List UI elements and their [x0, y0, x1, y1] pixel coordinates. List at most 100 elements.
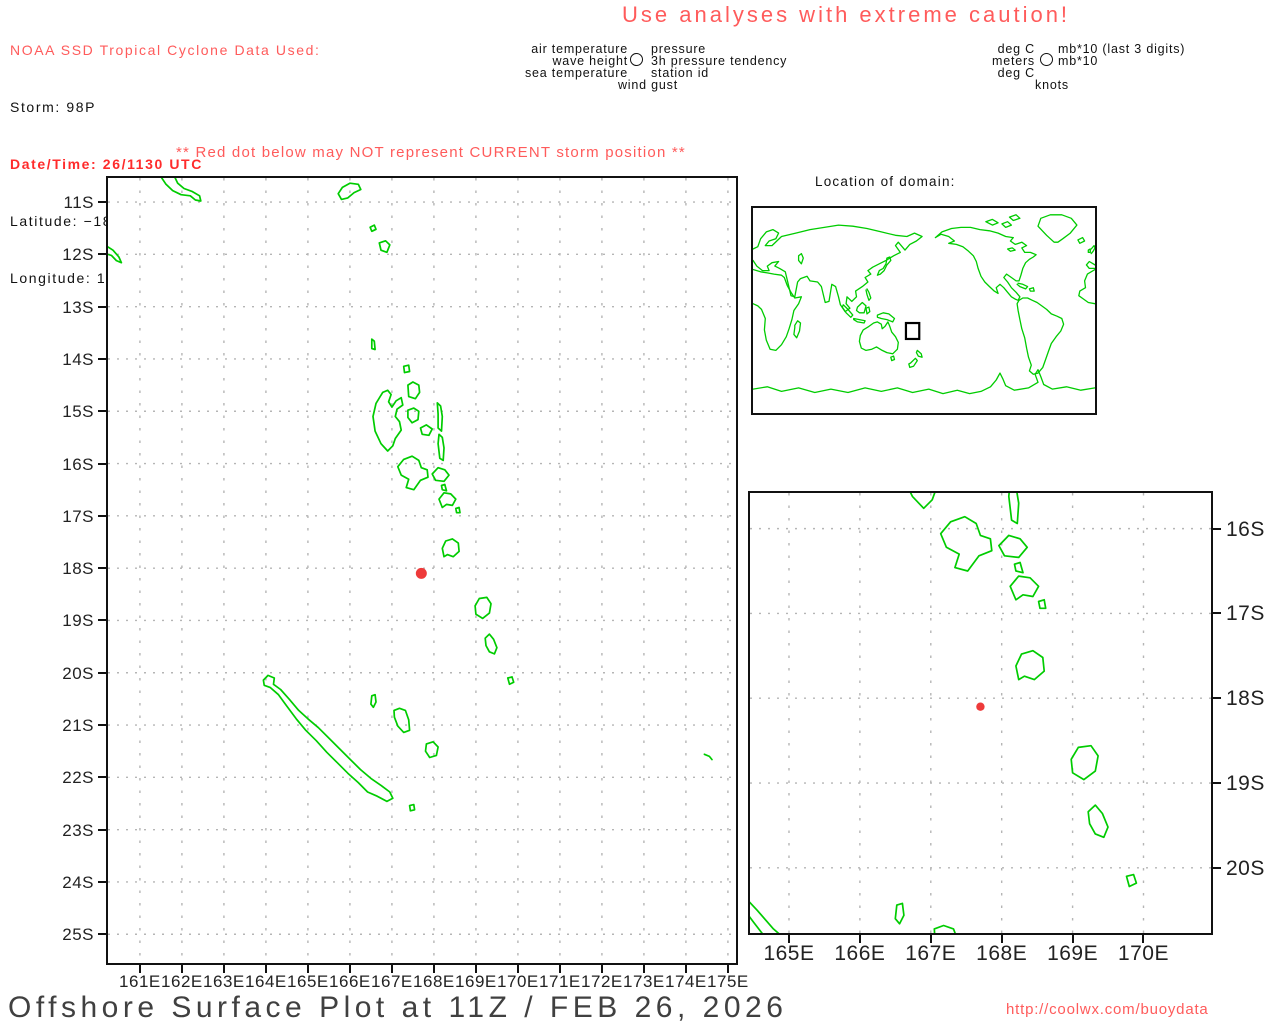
world-coastline-britain — [1090, 244, 1095, 255]
coastline-efate — [441, 538, 460, 558]
main-map-ytick-label: 15S — [62, 402, 94, 422]
zoom-map-ytick-label: 20S — [1226, 856, 1265, 880]
main-map-ytick — [98, 567, 106, 570]
main-map-xtick-label: 167E — [371, 972, 413, 991]
main-map-ytick-label: 11S — [63, 193, 94, 213]
zoom-map-ytick — [1213, 782, 1221, 785]
world-coastline-new-guinea — [876, 312, 896, 323]
zoom-map — [750, 493, 1211, 933]
coastline-tongoa — [1037, 598, 1047, 610]
world-coastline-greenland — [1037, 214, 1078, 243]
coastline-maewo — [436, 402, 444, 432]
coastline-vanikoro — [378, 239, 391, 254]
world-coastline-sumatra — [841, 304, 854, 318]
coastline-ambae — [419, 424, 434, 437]
world-coastline-iceland — [1077, 236, 1086, 244]
world-coastline-japan — [876, 256, 892, 276]
world-coastline-nz-south — [908, 357, 918, 369]
zoom-map-xtick-label: 167E — [905, 942, 957, 965]
main-map-ytick — [98, 724, 106, 727]
zoom-map-ytick-label: 17S — [1226, 602, 1265, 626]
world-coastline-great-lakes — [1006, 247, 1016, 252]
main-map-xtick-label: 168E — [413, 972, 455, 991]
caution-headline: Use analyses with extreme caution! — [622, 2, 1071, 27]
world-map — [753, 214, 1095, 395]
storm-position-warning: ** Red dot below may NOT represent CURRE… — [176, 144, 686, 161]
coastline-paama — [440, 483, 448, 492]
storm-position-dot — [415, 567, 427, 579]
main-map-xtick-label: 162E — [161, 972, 203, 991]
coastline-isle-of-pines — [408, 803, 416, 812]
coastline-san-cristobal — [160, 178, 202, 202]
main-map — [108, 178, 736, 963]
main-map-ytick-label: 12S — [62, 245, 94, 265]
zoom-map-ytick — [1213, 866, 1221, 869]
main-map-ytick-label: 21S — [62, 716, 94, 736]
main-map-ytick — [98, 671, 106, 674]
world-coastline-south-america — [1016, 297, 1065, 375]
main-map-ytick-label: 19S — [62, 611, 94, 631]
coastline-espiritu-santo — [372, 389, 404, 452]
main-map-ytick-label: 23S — [62, 820, 94, 840]
world-coastline-sulawesi — [865, 306, 871, 315]
main-map-xtick-label: 171E — [539, 972, 581, 991]
main-map-xtick-label: 166E — [329, 972, 371, 991]
coastline-tanna — [484, 633, 498, 655]
world-coastline-arctic-1 — [985, 218, 999, 226]
main-map-ytick-label: 18S — [62, 559, 94, 579]
main-map-ytick — [98, 253, 106, 256]
info-title: NOAA SSD Tropical Cyclone Data Used: — [10, 42, 321, 58]
plot-title: Offshore Surface Plot at 11Z / FEB 26, 2… — [8, 991, 788, 1024]
main-map-ytick-label: 20S — [62, 663, 94, 683]
coastline-erromango — [474, 596, 492, 620]
coastline-mota-lava — [402, 364, 411, 374]
main-map-ytick — [98, 462, 106, 465]
main-map-xtick-label: 164E — [245, 972, 287, 991]
zoom-map-xtick-label: 170E — [1117, 942, 1169, 965]
world-coastline-iberia — [1085, 260, 1095, 270]
main-map-ytick — [98, 880, 106, 883]
zoom-map-ytick — [1213, 612, 1221, 615]
coastline-utupua — [369, 224, 377, 233]
main-map-ytick-label: 16S — [62, 454, 94, 474]
legend-unit-mb10: mb*10 — [1058, 54, 1099, 68]
coastline-ouvea — [894, 902, 905, 925]
main-map-ytick-label: 22S — [62, 768, 94, 788]
zoom-map-xtick-label: 169E — [1047, 942, 1099, 965]
world-coastline-nz-north — [915, 349, 923, 358]
main-map-xtick-label: 170E — [497, 972, 539, 991]
world-coastline-australia — [858, 321, 899, 355]
main-map-xtick-label: 174E — [665, 972, 707, 991]
legend-wind-gust: wind gust — [617, 78, 678, 92]
main-map-ytick — [98, 828, 106, 831]
coastline-tongoa — [454, 506, 461, 514]
coastline-gaua — [407, 407, 420, 424]
main-map-frame — [106, 176, 738, 965]
main-map-ytick-label: 13S — [62, 297, 94, 317]
world-coastline-cuba — [1016, 282, 1029, 290]
main-map-xtick-label: 172E — [581, 972, 623, 991]
main-map-ytick — [98, 410, 106, 413]
coastline-epi — [1009, 575, 1040, 601]
world-coastline-madagascar — [793, 320, 802, 339]
main-map-ytick-label: 14S — [62, 349, 94, 369]
main-map-xtick-label: 169E — [455, 972, 497, 991]
main-map-ytick — [98, 776, 106, 779]
world-coastline-africa-west — [1078, 268, 1095, 305]
main-map-ytick — [98, 514, 106, 517]
coastline-mare — [424, 740, 439, 759]
coastline-rennell — [108, 246, 123, 264]
coastline-islet-east — [703, 753, 713, 761]
coastline-pentecost — [1007, 493, 1020, 525]
main-map-ytick — [98, 933, 106, 936]
coastline-tanna — [1087, 804, 1109, 839]
main-map-ytick — [98, 305, 106, 308]
world-coastline-hispaniola — [1028, 287, 1035, 292]
coastline-erromango — [1070, 744, 1099, 781]
zoom-map-xtick-label: 168E — [976, 942, 1028, 965]
coastline-ambrym — [431, 466, 450, 483]
world-coastline-philippines — [865, 288, 872, 301]
world-coastline-arctic-3 — [1008, 214, 1021, 222]
coastline-vanua-lava — [407, 381, 421, 400]
coastline-pentecost — [437, 433, 445, 462]
